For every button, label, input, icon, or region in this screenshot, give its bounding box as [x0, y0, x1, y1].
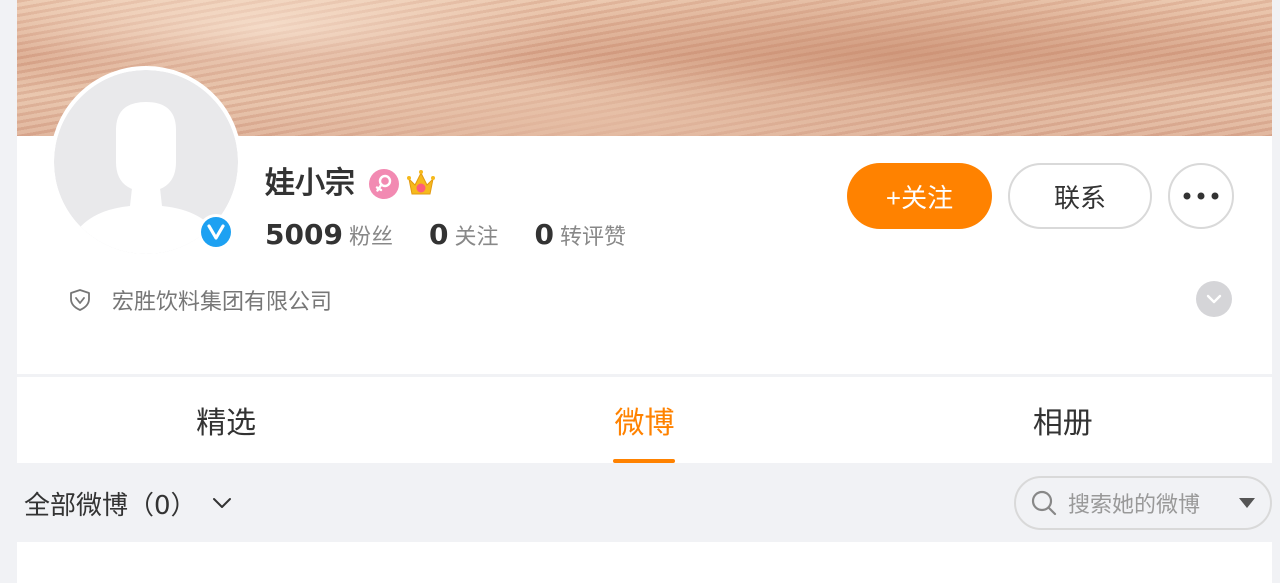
feed-filter-label: 全部微博（0）: [24, 490, 197, 521]
tab-weibo[interactable]: 微博: [435, 377, 853, 463]
chevron-down-icon: [212, 498, 231, 508]
stat-following[interactable]: 0 关注: [429, 218, 499, 251]
stat-interactions[interactable]: 0 转评赞: [534, 218, 626, 251]
chevron-down-icon: [1206, 294, 1222, 304]
profile-stats: 5009 粉丝 0 关注 0 转评赞: [265, 218, 662, 258]
caret-down-icon[interactable]: [1238, 497, 1256, 509]
verified-badge-icon: [198, 214, 234, 250]
feed-filter-dropdown[interactable]: 全部微博（0）: [24, 484, 233, 522]
stat-fans[interactable]: 5009 粉丝: [265, 218, 393, 251]
tab-featured[interactable]: 精选: [17, 377, 435, 463]
stat-label: 粉丝: [348, 225, 393, 250]
female-gender-icon: [369, 169, 399, 199]
profile-name: 娃小宗: [265, 166, 355, 201]
profile-tabs: 精选 微博 相册: [17, 377, 1272, 463]
company-info: 宏胜饮料集团有限公司: [68, 283, 332, 317]
stat-number: 5009: [265, 218, 343, 251]
search-placeholder: 搜索她的微博: [1068, 493, 1201, 518]
stat-label: 转评赞: [559, 225, 626, 250]
tab-album[interactable]: 相册: [854, 377, 1272, 463]
stat-number: 0: [428, 218, 449, 251]
crown-icon[interactable]: [406, 167, 436, 199]
feed-search-box[interactable]: 搜索她的微博: [1014, 476, 1272, 530]
more-options-button[interactable]: [1168, 163, 1234, 229]
search-icon: [1031, 490, 1057, 516]
stat-number: 0: [534, 218, 554, 251]
company-name: 宏胜饮料集团有限公司: [112, 290, 333, 315]
expand-info-button[interactable]: [1196, 281, 1232, 317]
feed-list: [17, 542, 1272, 583]
more-dots-icon: [1183, 192, 1219, 200]
contact-button[interactable]: 联系: [1008, 163, 1152, 229]
stat-label: 关注: [454, 225, 499, 250]
follow-button[interactable]: +关注: [847, 163, 992, 229]
shield-icon: [70, 289, 90, 311]
